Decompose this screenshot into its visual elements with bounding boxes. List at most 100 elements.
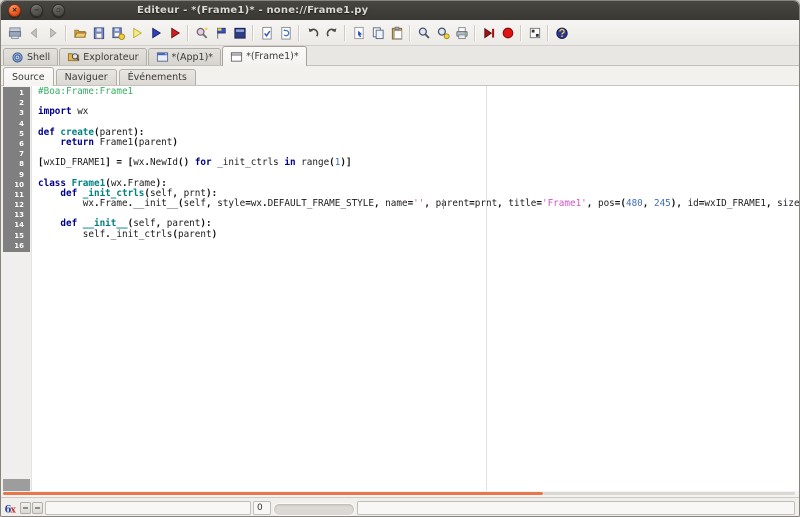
toolbar-separator bbox=[298, 24, 300, 41]
source-editor[interactable]: 1 2 3 4 5 6 7 8 9 10 11 12 13 14 15 16 #Boa:Frame:Frame… bbox=[1, 86, 799, 491]
status-toggle-button-1[interactable] bbox=[20, 502, 31, 514]
app-icon bbox=[156, 50, 169, 64]
save-as-icon[interactable] bbox=[109, 24, 126, 42]
toolbar-separator bbox=[187, 24, 189, 41]
line-number: 10 bbox=[14, 180, 24, 189]
run-to-cursor-icon[interactable] bbox=[480, 24, 497, 42]
tab-explorateur[interactable]: Explorateur bbox=[59, 48, 147, 65]
line-number: 5 bbox=[19, 129, 24, 138]
tab-source[interactable]: Source bbox=[3, 67, 54, 86]
toolbar-separator bbox=[547, 24, 549, 41]
panel-icon[interactable] bbox=[231, 24, 248, 42]
subtab-label: Naviguer bbox=[64, 72, 108, 83]
text-caret bbox=[443, 199, 444, 209]
status-message-field bbox=[45, 501, 251, 515]
line-number: 6 bbox=[19, 139, 24, 148]
code-line: return Frame1(parent) bbox=[60, 136, 178, 148]
frame-icon bbox=[230, 50, 243, 64]
toolbar-separator bbox=[252, 24, 254, 41]
line-number: 14 bbox=[14, 221, 24, 230]
subtab-label: Événements bbox=[127, 72, 187, 83]
tab-label: Explorateur bbox=[83, 51, 139, 63]
save-icon[interactable] bbox=[90, 24, 107, 42]
horizontal-scrollbar-thumb[interactable] bbox=[3, 492, 543, 495]
minimize-button[interactable]: − bbox=[30, 4, 43, 17]
statusbar: 6x 0 bbox=[1, 497, 799, 516]
flag-icon[interactable] bbox=[212, 24, 229, 42]
tab-app1[interactable]: *(App1)* bbox=[147, 48, 222, 65]
status-toggle-button-2[interactable] bbox=[32, 502, 43, 514]
toolbar-separator bbox=[409, 24, 411, 41]
find-again-icon[interactable] bbox=[434, 24, 451, 42]
undo-icon[interactable] bbox=[304, 24, 321, 42]
step-icon[interactable] bbox=[526, 24, 543, 42]
window-title: Editeur - *(Frame1)* - none://Frame1.py bbox=[137, 5, 369, 16]
maximize-icon: ▫ bbox=[56, 6, 61, 14]
inspect-icon[interactable] bbox=[193, 24, 210, 42]
toolbar-separator bbox=[65, 24, 67, 41]
paste-icon[interactable] bbox=[388, 24, 405, 42]
tab-evenements[interactable]: Événements bbox=[118, 69, 196, 85]
main-tabs: Shell Explorateur *(App1)* *(Frame1)* bbox=[1, 46, 799, 66]
status-right-field bbox=[357, 501, 795, 515]
code-line: #Boa:Frame:Frame1 bbox=[38, 86, 134, 97]
redo-icon[interactable] bbox=[323, 24, 340, 42]
find-icon[interactable] bbox=[415, 24, 432, 42]
debug-icon[interactable] bbox=[166, 24, 183, 42]
forward-icon[interactable] bbox=[44, 24, 61, 42]
check-source-icon[interactable] bbox=[258, 24, 275, 42]
back-icon[interactable] bbox=[25, 24, 42, 42]
line-number: 9 bbox=[19, 170, 24, 179]
status-progress-bar bbox=[273, 503, 355, 516]
code-line: [wxID_FRAME1] = [wx.NewId() for _init_ct… bbox=[38, 157, 352, 169]
line-number: 4 bbox=[19, 119, 24, 128]
gutter-corner bbox=[3, 479, 30, 491]
run-app-icon[interactable] bbox=[128, 24, 145, 42]
tab-frame1[interactable]: *(Frame1)* bbox=[222, 46, 307, 66]
view-tabs: Source Naviguer Événements bbox=[1, 66, 799, 86]
subtab-label: Source bbox=[12, 71, 45, 83]
line-number: 13 bbox=[14, 211, 24, 220]
line-number: 8 bbox=[19, 160, 24, 169]
print-icon[interactable] bbox=[453, 24, 470, 42]
code-lines[interactable]: #Boa:Frame:Frame1 import wx def create(par… bbox=[31, 86, 799, 250]
titlebar: × − ▫ Editeur - *(Frame1)* - none://Fram… bbox=[1, 1, 799, 20]
line-number: 16 bbox=[14, 241, 24, 250]
line-number-gutter: 1 2 3 4 5 6 7 8 9 10 11 12 13 14 15 16 bbox=[1, 86, 32, 491]
close-icon: × bbox=[11, 6, 18, 14]
tab-label: *(App1)* bbox=[171, 51, 214, 63]
line-number: 1 bbox=[19, 89, 24, 97]
code-line: import wx bbox=[38, 106, 89, 118]
tab-shell[interactable]: Shell bbox=[3, 48, 59, 65]
maximize-button[interactable]: ▫ bbox=[52, 4, 65, 17]
edge-column-guide bbox=[486, 86, 487, 491]
copy-icon[interactable] bbox=[369, 24, 386, 42]
status-line-field: 0 bbox=[253, 501, 271, 515]
cut-icon[interactable] bbox=[350, 24, 367, 42]
line-number: 2 bbox=[19, 99, 24, 108]
line-number: 7 bbox=[19, 150, 24, 159]
line-number: 15 bbox=[14, 231, 24, 240]
line-number: 12 bbox=[14, 201, 24, 210]
toolbar-separator bbox=[344, 24, 346, 41]
editor-window: × − ▫ Editeur - *(Frame1)* - none://Fram… bbox=[0, 0, 800, 517]
close-button[interactable]: × bbox=[8, 4, 21, 17]
tab-label: Shell bbox=[27, 51, 51, 63]
tab-label: *(Frame1)* bbox=[246, 51, 299, 62]
line-number: 11 bbox=[14, 190, 24, 199]
window-icon[interactable] bbox=[6, 24, 23, 42]
horizontal-scrollbar-track[interactable] bbox=[543, 492, 795, 495]
open-file-icon[interactable] bbox=[71, 24, 88, 42]
tab-naviguer[interactable]: Naviguer bbox=[55, 69, 117, 85]
line-numbers: 1 2 3 4 5 6 7 8 9 10 11 12 13 14 15 16 bbox=[3, 87, 30, 252]
toolbar bbox=[1, 20, 799, 46]
explorer-icon bbox=[67, 50, 80, 64]
reload-icon[interactable] bbox=[277, 24, 294, 42]
breakpoint-icon[interactable] bbox=[499, 24, 516, 42]
run-module-icon[interactable] bbox=[147, 24, 164, 42]
help-icon[interactable] bbox=[553, 24, 570, 42]
shell-icon bbox=[11, 50, 24, 64]
